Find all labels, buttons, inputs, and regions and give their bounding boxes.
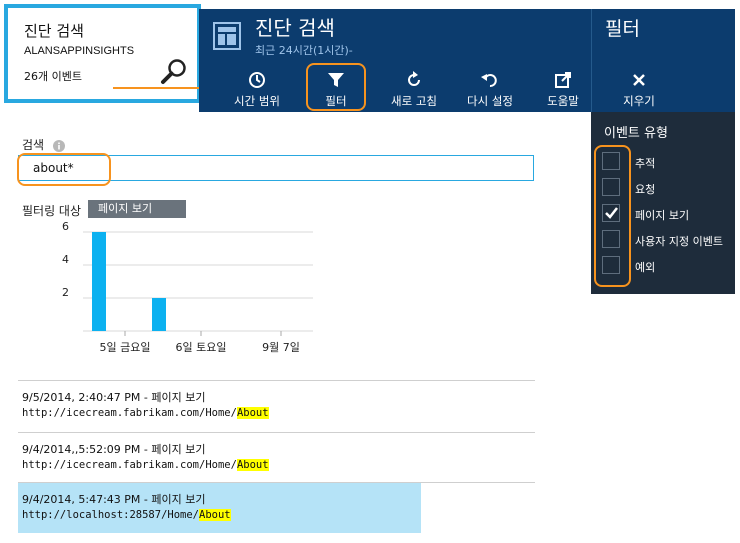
result-row[interactable]: 9/4/2014, 5:47:43 PM - 페이지 보기 http://loca… [18, 483, 535, 533]
event-type-heading: 이벤트 유형 [604, 126, 668, 141]
result-url-prefix: http://localhost:28587/Home/ [22, 509, 200, 521]
search-label: 검색 [22, 138, 45, 152]
result-url-match: About [199, 509, 231, 521]
event-type-label: 페이지 보기 [635, 209, 690, 222]
event-type-label: 사용자 지정 이벤트 [635, 235, 723, 248]
checkbox-callout [594, 145, 631, 287]
result-title: 9/5/2014, 2:40:47 PM - 페이지 보기 [22, 391, 206, 404]
event-histogram-chart: 2 4 6 5일 금요일 6일 토요일 9월 7일 [62, 220, 313, 354]
clear-label: 지우기 [623, 94, 655, 108]
tile-title: 진단 검색 [24, 22, 84, 40]
clock-icon [249, 72, 265, 88]
external-link-icon [555, 72, 571, 88]
reset-label: 다시 설정 [467, 94, 513, 108]
x-tick-label: 9월 7일 [262, 340, 300, 354]
x-tick-label: 5일 금요일 [100, 340, 151, 354]
result-title: 9/4/2014, 5:47:43 PM - 페이지 보기 [22, 493, 206, 506]
result-row[interactable]: 9/4/2014,,5:52:09 PM - 페이지 보기 http://icec… [18, 433, 535, 483]
clear-button[interactable]: 지우기 [607, 67, 671, 109]
y-tick-label: 2 [62, 286, 69, 299]
time-range-button[interactable]: 시간 범위 [225, 67, 289, 109]
refresh-label: 새로 고침 [391, 94, 437, 108]
tile-event-count: 26개 이벤트 [24, 70, 82, 83]
reset-button[interactable]: 다시 설정 [458, 67, 522, 109]
event-type-label: 추적 [635, 157, 656, 170]
x-tick-label: 6일 토요일 [176, 340, 227, 354]
blade-subtitle: 최근 24시간(1시간)- [255, 44, 353, 57]
blade-title: 진단 검색 [255, 16, 335, 40]
filter-panel-title: 필터 [605, 18, 640, 40]
help-button[interactable]: 도움말 [531, 67, 595, 109]
chart-bar [92, 232, 106, 331]
result-url-match: About [236, 407, 269, 419]
undo-icon [481, 74, 497, 87]
filter-button-callout [306, 63, 366, 111]
result-url: http://icecream.fabrikam.com/Home/About [22, 459, 269, 471]
help-label: 도움말 [547, 94, 579, 108]
search-callout [17, 153, 111, 186]
result-title: 9/4/2014,,5:52:09 PM - 페이지 보기 [22, 443, 206, 456]
refresh-icon [408, 71, 420, 86]
event-type-label: 요청 [635, 183, 656, 196]
close-icon [633, 74, 645, 86]
time-range-label: 시간 범위 [234, 94, 280, 108]
filter-target-label: 필터링 대상 [22, 204, 82, 218]
refresh-button[interactable]: 새로 고침 [382, 67, 446, 109]
y-tick-label: 4 [62, 253, 69, 266]
result-row[interactable]: 9/5/2014, 2:40:47 PM - 페이지 보기 http://icec… [18, 381, 535, 431]
filter-target-badge[interactable]: 페이지 보기 [88, 200, 186, 218]
result-url: http://localhost:28587/Home/About [22, 509, 231, 521]
y-tick-label: 6 [62, 220, 69, 233]
result-url-match: About [236, 459, 269, 471]
chart-bar [152, 298, 166, 331]
search-blade-header: 진단 검색 최근 24시간(1시간)- 시간 범위 필터 새로 고침 다시 설정 [199, 9, 591, 112]
blade-icon [213, 22, 241, 54]
event-type-label: 예외 [635, 261, 656, 274]
tile-app-name: ALANSAPPINSIGHTS [24, 45, 135, 57]
result-url: http://icecream.fabrikam.com/Home/About [22, 407, 269, 419]
result-url-prefix: http://icecream.fabrikam.com/Home/ [22, 407, 237, 419]
result-url-prefix: http://icecream.fabrikam.com/Home/ [22, 459, 237, 471]
filter-panel-header: 필터 지우기 [591, 9, 735, 112]
